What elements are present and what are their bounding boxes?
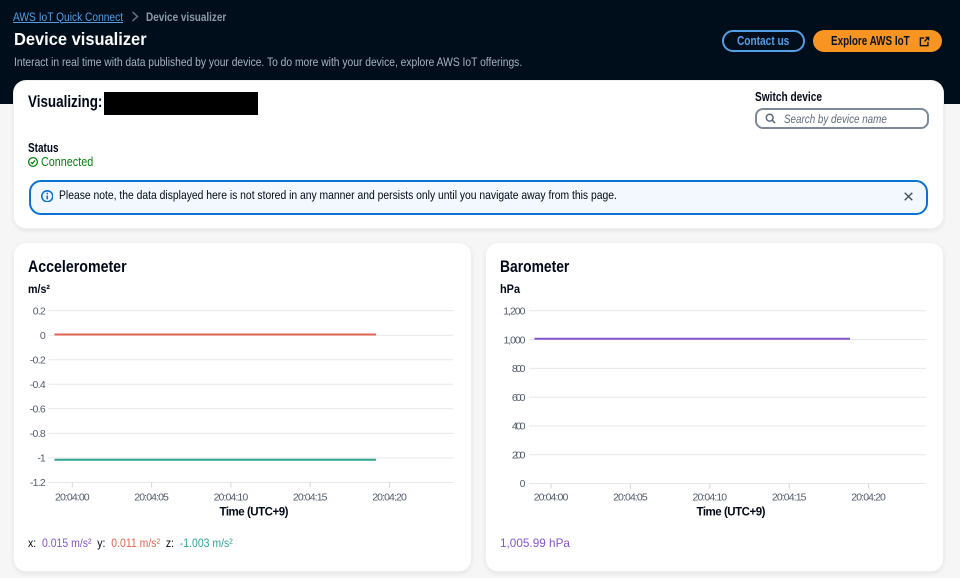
svg-text:20:04:10: 20:04:10 bbox=[693, 491, 728, 503]
svg-text:1,000: 1,000 bbox=[504, 334, 526, 346]
svg-text:-0.2: -0.2 bbox=[30, 354, 46, 366]
svg-text:20:04:05: 20:04:05 bbox=[613, 491, 648, 503]
svg-text:20:04:00: 20:04:00 bbox=[55, 491, 90, 503]
svg-text:Time (UTC+9): Time (UTC+9) bbox=[697, 507, 766, 519]
svg-text:20:04:15: 20:04:15 bbox=[293, 491, 328, 503]
svg-text:400: 400 bbox=[512, 421, 526, 433]
svg-text:20:04:20: 20:04:20 bbox=[851, 491, 886, 503]
svg-text:20:04:05: 20:04:05 bbox=[134, 491, 169, 503]
svg-text:0.2: 0.2 bbox=[33, 305, 46, 317]
svg-text:20:04:00: 20:04:00 bbox=[534, 491, 569, 503]
svg-text:0: 0 bbox=[520, 478, 526, 490]
svg-text:20:04:10: 20:04:10 bbox=[214, 491, 249, 503]
svg-text:1,200: 1,200 bbox=[503, 306, 525, 318]
svg-text:-1.2: -1.2 bbox=[30, 477, 46, 489]
svg-text:600: 600 bbox=[512, 392, 526, 404]
svg-text:200: 200 bbox=[512, 449, 526, 461]
svg-text:20:04:20: 20:04:20 bbox=[372, 491, 407, 503]
svg-text:-0.6: -0.6 bbox=[30, 404, 46, 416]
svg-text:-1: -1 bbox=[38, 453, 46, 465]
svg-text:Time (UTC+9): Time (UTC+9) bbox=[220, 507, 289, 519]
svg-text:800: 800 bbox=[512, 363, 526, 375]
svg-text:20:04:15: 20:04:15 bbox=[772, 491, 807, 503]
svg-text:-0.8: -0.8 bbox=[30, 428, 46, 440]
svg-text:0: 0 bbox=[40, 330, 46, 342]
svg-text:-0.4: -0.4 bbox=[30, 379, 46, 391]
